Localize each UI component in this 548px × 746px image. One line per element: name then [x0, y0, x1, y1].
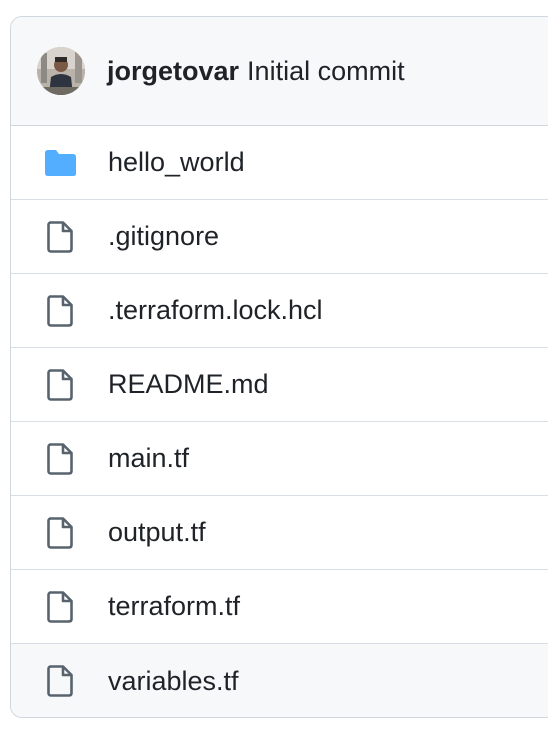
- file-icon: [43, 664, 77, 698]
- file-name[interactable]: main.tf: [108, 443, 189, 474]
- file-name[interactable]: README.md: [108, 369, 269, 400]
- file-row-output-tf[interactable]: output.tf: [11, 496, 548, 570]
- file-icon: [43, 368, 77, 402]
- file-icon: [43, 590, 77, 624]
- file-browser: jorgetovar Initial commit hello_world .gi…: [10, 16, 548, 718]
- file-name[interactable]: .gitignore: [108, 221, 219, 252]
- file-name[interactable]: hello_world: [108, 147, 245, 178]
- file-icon: [43, 294, 77, 328]
- file-row-hello-world[interactable]: hello_world: [11, 126, 548, 200]
- file-row-gitignore[interactable]: .gitignore: [11, 200, 548, 274]
- file-icon: [43, 442, 77, 476]
- file-row-variables-tf[interactable]: variables.tf: [11, 644, 548, 717]
- file-row-readme-md[interactable]: README.md: [11, 348, 548, 422]
- file-icon: [43, 220, 77, 254]
- file-name[interactable]: .terraform.lock.hcl: [108, 295, 323, 326]
- file-list: hello_world .gitignore .terraform.lock.h…: [11, 126, 548, 717]
- commit-summary: jorgetovar Initial commit: [107, 56, 405, 86]
- file-name[interactable]: variables.tf: [108, 666, 239, 697]
- latest-commit-header: jorgetovar Initial commit: [11, 17, 548, 126]
- file-name[interactable]: output.tf: [108, 517, 206, 548]
- file-row-terraform-lock-hcl[interactable]: .terraform.lock.hcl: [11, 274, 548, 348]
- file-name[interactable]: terraform.tf: [108, 591, 240, 622]
- file-row-terraform-tf[interactable]: terraform.tf: [11, 570, 548, 644]
- file-row-main-tf[interactable]: main.tf: [11, 422, 548, 496]
- folder-icon: [43, 146, 77, 180]
- author-avatar[interactable]: [37, 47, 85, 95]
- commit-author-link[interactable]: jorgetovar: [107, 56, 239, 86]
- commit-message-link[interactable]: Initial commit: [247, 56, 405, 86]
- file-icon: [43, 516, 77, 550]
